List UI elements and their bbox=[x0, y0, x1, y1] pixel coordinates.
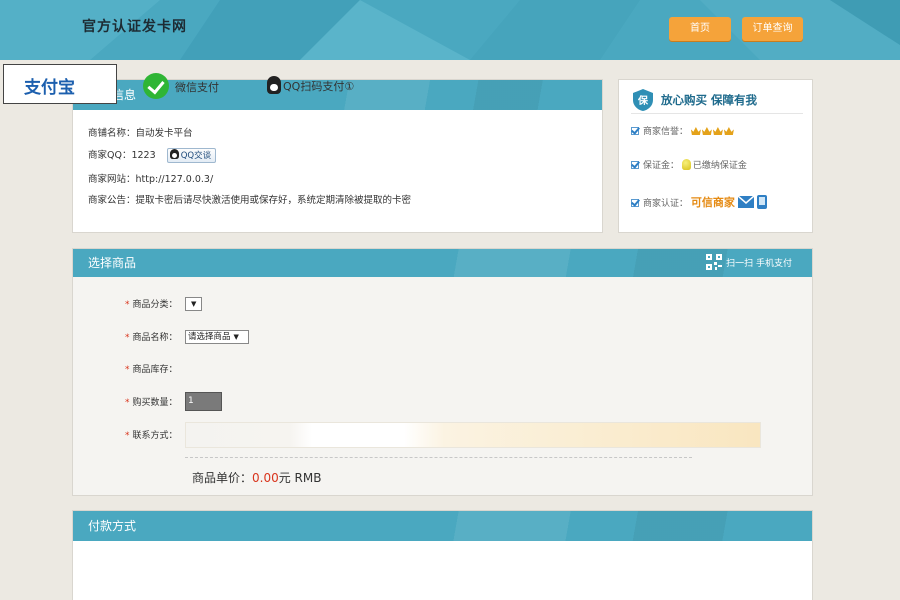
shop-name-row: 商铺名称：自动发卡平台 bbox=[88, 125, 193, 139]
quantity-label: * 购买数量： bbox=[125, 398, 178, 408]
guarantee-title-row: 保 放心购买 保障有我 bbox=[631, 88, 803, 114]
stock-label: * 商品库存： bbox=[125, 365, 178, 375]
select-goods-title-bar: 选择商品 扫一扫 手机支付 bbox=[73, 249, 812, 277]
scan-pay-link[interactable]: 扫一扫 手机支付 bbox=[706, 254, 792, 273]
merchant-notice-row: 商家公告：提取卡密后请尽快激活使用或保存好，系统定期清除被提取的卡密 bbox=[88, 192, 411, 206]
nav-home-button[interactable]: 首页 bbox=[669, 17, 731, 41]
unit-price-value: 0.00 bbox=[252, 471, 279, 485]
check-icon bbox=[631, 127, 639, 135]
site-brand[interactable]: 官方认证发卡网 bbox=[82, 16, 187, 36]
qq-pay-option[interactable]: QQ扫码支付① bbox=[267, 76, 354, 94]
merchant-notice-value: 提取卡密后请尽快激活使用或保存好，系统定期清除被提取的卡密 bbox=[135, 195, 412, 206]
credit-label: 商家信誉： bbox=[643, 127, 689, 137]
qr-code-icon bbox=[706, 254, 723, 270]
select-goods-panel: 选择商品 扫一扫 手机支付 bbox=[72, 248, 813, 496]
qq-pay-label: QQ扫码支付① bbox=[283, 80, 355, 93]
merchant-qq-value: 1223 bbox=[131, 150, 156, 161]
alipay-option[interactable]: 支付宝 bbox=[3, 64, 117, 104]
bulb-icon bbox=[681, 159, 691, 170]
chevron-down-icon: ▼ bbox=[191, 300, 197, 308]
merchant-site-value[interactable]: http://127.0.0.3/ bbox=[136, 174, 214, 185]
merchant-info-panel: 商家信息 商铺名称：自动发卡平台 商家QQ：1223 QQ交谈 商家网站：htt… bbox=[72, 79, 603, 233]
shield-icon: 保 bbox=[633, 89, 653, 111]
check-icon bbox=[631, 161, 639, 169]
svg-text:保: 保 bbox=[637, 94, 649, 107]
category-select[interactable]: ▼ bbox=[185, 297, 202, 311]
certification-label: 商家认证： bbox=[643, 199, 689, 209]
crown-icon bbox=[723, 127, 734, 135]
site-header: 官方认证发卡网 首页 订单查询 bbox=[0, 0, 900, 60]
qq-chat-button[interactable]: QQ交谈 bbox=[166, 148, 217, 163]
shop-name-label: 商铺名称： bbox=[88, 128, 136, 139]
deposit-value: 已缴纳保证金 bbox=[692, 161, 747, 171]
payment-panel: 付款方式 bbox=[72, 510, 813, 600]
nav-orders-button[interactable]: 订单查询 bbox=[742, 17, 803, 41]
qq-penguin-icon bbox=[267, 76, 281, 94]
merchant-qq-row: 商家QQ：1223 QQ交谈 bbox=[88, 147, 217, 163]
wechat-pay-label: 微信支付 bbox=[175, 81, 219, 94]
goods-name-select[interactable]: 请选择商品 ▼ bbox=[185, 330, 249, 344]
goods-name-label: * 商品名称： bbox=[125, 333, 178, 343]
chevron-down-icon: ▼ bbox=[233, 333, 239, 341]
scan-pay-label: 扫一扫 手机支付 bbox=[726, 259, 792, 269]
merchant-site-row: 商家网站：http://127.0.0.3/ bbox=[88, 171, 213, 185]
unit-price-currency: 元 RMB bbox=[278, 471, 322, 485]
category-label: * 商品分类： bbox=[125, 300, 178, 310]
credit-row: 商家信誉： bbox=[631, 124, 735, 137]
mail-icon bbox=[737, 195, 755, 208]
crown-icon bbox=[690, 127, 701, 135]
deposit-label: 保证金： bbox=[643, 161, 680, 171]
certification-row: 商家认证： 可信商家 bbox=[631, 194, 767, 210]
merchant-qq-label: 商家QQ： bbox=[88, 150, 132, 161]
alipay-logo-text: 支付宝 bbox=[24, 78, 75, 98]
payment-title: 付款方式 bbox=[88, 519, 137, 533]
wechat-icon bbox=[143, 73, 169, 99]
unit-price: 商品单价：0.00元 RMB bbox=[192, 469, 321, 486]
crown-icon bbox=[701, 127, 712, 135]
quantity-input[interactable]: 1 bbox=[185, 392, 222, 411]
qq-chat-label: QQ交谈 bbox=[180, 151, 212, 161]
shop-name-value: 自动发卡平台 bbox=[135, 128, 193, 139]
guarantee-panel: 保 放心购买 保障有我 商家信誉： 保证金： 已缴纳保证金 商家认证： 可信商家 bbox=[618, 79, 813, 233]
merchant-site-label: 商家网站： bbox=[88, 174, 136, 185]
trusted-merchant-badge: 可信商家 bbox=[690, 196, 735, 209]
wechat-pay-option[interactable]: 微信支付 bbox=[143, 73, 219, 99]
goods-name-select-value: 请选择商品 bbox=[188, 332, 231, 342]
contact-input[interactable] bbox=[185, 422, 761, 448]
contact-label: * 联系方式： bbox=[125, 431, 178, 441]
check-icon bbox=[631, 199, 639, 207]
payment-title-bar: 付款方式 bbox=[73, 511, 812, 541]
merchant-notice-label: 商家公告： bbox=[88, 195, 136, 206]
guarantee-title: 放心购买 保障有我 bbox=[661, 93, 758, 107]
divider bbox=[185, 457, 692, 458]
credit-crowns bbox=[690, 127, 735, 137]
qq-penguin-icon bbox=[169, 149, 179, 159]
select-goods-title: 选择商品 bbox=[88, 256, 137, 270]
phone-icon bbox=[756, 195, 767, 209]
unit-price-label: 商品单价： bbox=[192, 471, 253, 485]
deposit-row: 保证金： 已缴纳保证金 bbox=[631, 158, 747, 171]
crown-icon bbox=[712, 127, 723, 135]
